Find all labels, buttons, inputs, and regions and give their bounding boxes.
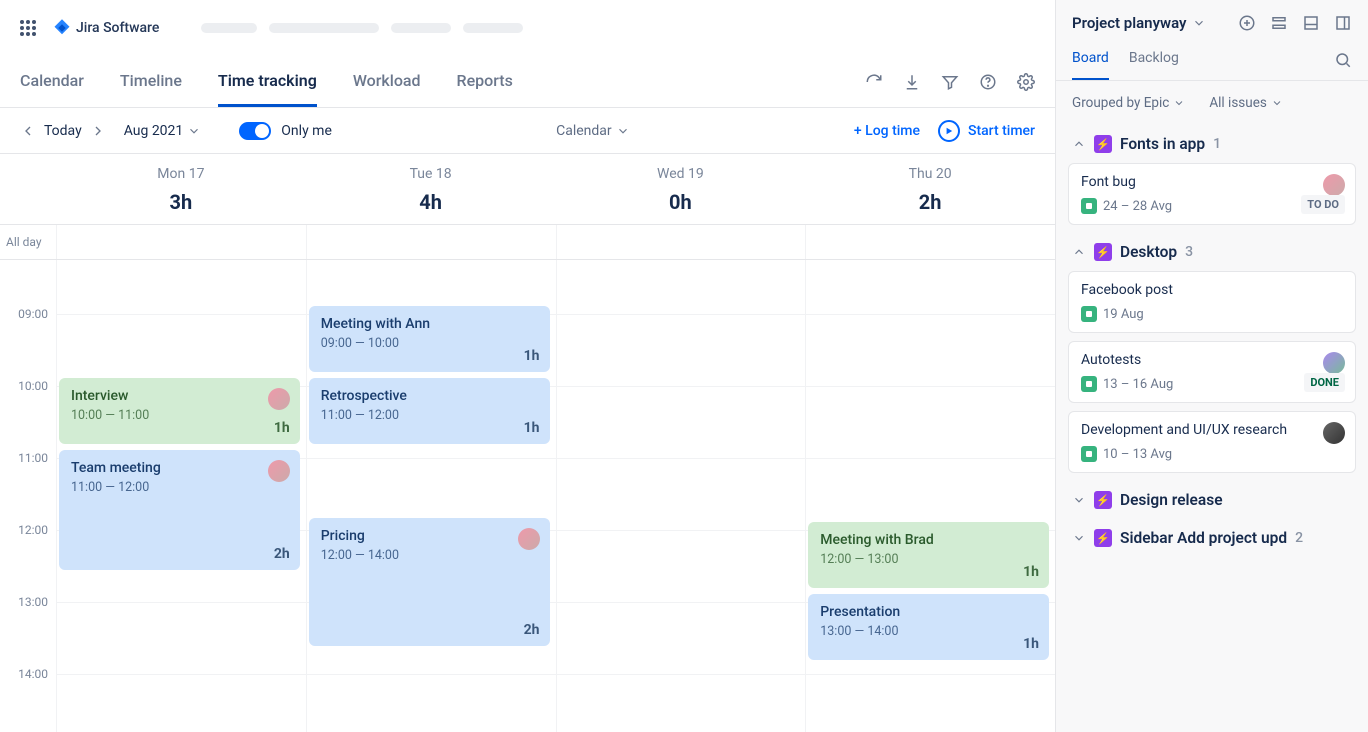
issue-card-autotests[interactable]: Autotests 13 – 16 Aug DONE [1068, 341, 1356, 403]
next-period-icon[interactable] [90, 123, 106, 139]
settings-icon[interactable] [1017, 73, 1035, 91]
story-icon [1081, 376, 1097, 392]
log-time-button[interactable]: + Log time [854, 123, 920, 139]
tab-workload[interactable]: Workload [353, 57, 421, 107]
help-icon[interactable] [979, 73, 997, 91]
only-me-toggle[interactable] [239, 122, 271, 140]
epic-header-fonts[interactable]: ⚡ Fonts in app 1 [1068, 125, 1356, 163]
add-icon[interactable] [1238, 14, 1256, 32]
side-panel: Project planyway Board Backlog Grouped b… [1055, 0, 1368, 732]
epic-icon: ⚡ [1094, 529, 1112, 547]
day-header-thu: Thu 20 2h [805, 166, 1055, 224]
story-icon [1081, 198, 1097, 214]
issue-card-facebook-post[interactable]: Facebook post 19 Aug [1068, 271, 1356, 333]
today-button[interactable]: Today [44, 123, 82, 139]
group-by-selector[interactable]: Grouped by Epic [1072, 95, 1185, 111]
allday-cell[interactable] [556, 225, 806, 259]
play-icon [938, 120, 960, 142]
day-column-tue[interactable]: Meeting with Ann 09:00 — 10:00 1h Retros… [306, 260, 556, 732]
top-header: Jira Software [0, 0, 1055, 56]
brand-text: Jira Software [76, 20, 159, 36]
time-gutter: 09:00 10:00 11:00 12:00 13:00 14:00 [0, 260, 56, 732]
main-tab-bar: Calendar Timeline Time tracking Workload… [0, 56, 1055, 108]
search-icon[interactable] [1334, 51, 1352, 69]
view-mode-label: Calendar [556, 123, 612, 139]
side-tab-backlog[interactable]: Backlog [1129, 40, 1179, 80]
issue-filter-selector[interactable]: All issues [1209, 95, 1283, 111]
chevron-up-icon [1072, 245, 1086, 259]
prev-period-icon[interactable] [20, 123, 36, 139]
tab-reports[interactable]: Reports [457, 57, 513, 107]
day-header-mon: Mon 17 3h [56, 166, 306, 224]
app-switcher-icon[interactable] [16, 16, 40, 40]
avatar-icon [268, 388, 290, 410]
chevron-up-icon [1072, 137, 1086, 151]
allday-cell[interactable] [56, 225, 306, 259]
side-tab-board[interactable]: Board [1072, 40, 1109, 80]
event-meeting-brad[interactable]: Meeting with Brad 12:00 — 13:00 1h [808, 522, 1049, 588]
tab-calendar[interactable]: Calendar [20, 57, 84, 107]
allday-cell[interactable] [306, 225, 556, 259]
chevron-down-icon [1072, 531, 1086, 545]
start-timer-button[interactable]: Start timer [938, 120, 1035, 142]
avatar-icon [518, 528, 540, 550]
allday-label: All day [0, 225, 56, 259]
period-selector[interactable]: Aug 2021 [124, 123, 202, 139]
skeleton-placeholder [391, 23, 451, 33]
allday-cell[interactable] [805, 225, 1055, 259]
skeleton-placeholder [201, 23, 257, 33]
skeleton-placeholder [269, 23, 379, 33]
layout-icon[interactable] [1302, 14, 1320, 32]
epic-icon: ⚡ [1094, 491, 1112, 509]
download-icon[interactable] [903, 73, 921, 91]
skeleton-placeholder [463, 23, 523, 33]
jira-logo[interactable]: Jira Software [52, 18, 159, 38]
event-pricing[interactable]: Pricing 12:00 — 14:00 2h [309, 518, 550, 646]
event-presentation[interactable]: Presentation 13:00 — 14:00 1h [808, 594, 1049, 660]
list-view-icon[interactable] [1270, 14, 1288, 32]
filter-icon[interactable] [941, 73, 959, 91]
day-header-tue: Tue 18 4h [306, 166, 556, 224]
event-meeting-ann[interactable]: Meeting with Ann 09:00 — 10:00 1h [309, 306, 550, 372]
view-mode-selector[interactable]: Calendar [556, 123, 630, 139]
issue-card-dev-uiux[interactable]: Development and UI/UX research 10 – 13 A… [1068, 411, 1356, 473]
status-badge: TO DO [1301, 195, 1345, 214]
avatar-icon [1323, 352, 1345, 374]
start-timer-label: Start timer [968, 123, 1035, 139]
story-icon [1081, 306, 1097, 322]
filter-bar: Today Aug 2021 Only me Calendar + Log ti… [0, 108, 1055, 154]
day-column-mon[interactable]: Interview 10:00 — 11:00 1h Team meeting … [56, 260, 306, 732]
status-badge: DONE [1304, 373, 1345, 392]
period-label: Aug 2021 [124, 123, 184, 139]
epic-header-desktop[interactable]: ⚡ Desktop 3 [1068, 233, 1356, 271]
tab-timeline[interactable]: Timeline [120, 57, 182, 107]
chevron-down-icon [1072, 493, 1086, 507]
day-column-wed[interactable] [556, 260, 806, 732]
refresh-icon[interactable] [865, 73, 883, 91]
calendar: Mon 17 3h Tue 18 4h Wed 19 0h Thu 20 2h … [0, 154, 1055, 732]
avatar-icon [268, 460, 290, 482]
epic-header-sidebar-upd[interactable]: ⚡ Sidebar Add project upd 2 [1068, 519, 1356, 557]
epic-icon: ⚡ [1094, 243, 1112, 261]
day-column-thu[interactable]: Meeting with Brad 12:00 — 13:00 1h Prese… [805, 260, 1055, 732]
only-me-label: Only me [281, 123, 332, 139]
event-interview[interactable]: Interview 10:00 — 11:00 1h [59, 378, 300, 444]
project-selector[interactable]: Project planyway [1072, 14, 1206, 32]
epic-header-design-release[interactable]: ⚡ Design release [1068, 481, 1356, 519]
event-retrospective[interactable]: Retrospective 11:00 — 12:00 1h [309, 378, 550, 444]
day-header-wed: Wed 19 0h [556, 166, 806, 224]
event-team-meeting[interactable]: Team meeting 11:00 — 12:00 2h [59, 450, 300, 570]
epic-icon: ⚡ [1094, 135, 1112, 153]
story-icon [1081, 446, 1097, 462]
panel-icon[interactable] [1334, 14, 1352, 32]
avatar-icon [1323, 422, 1345, 444]
tab-time-tracking[interactable]: Time tracking [218, 57, 317, 107]
issue-card-font-bug[interactable]: Font bug 24 – 28 Avg TO DO [1068, 163, 1356, 225]
avatar-icon [1323, 174, 1345, 196]
